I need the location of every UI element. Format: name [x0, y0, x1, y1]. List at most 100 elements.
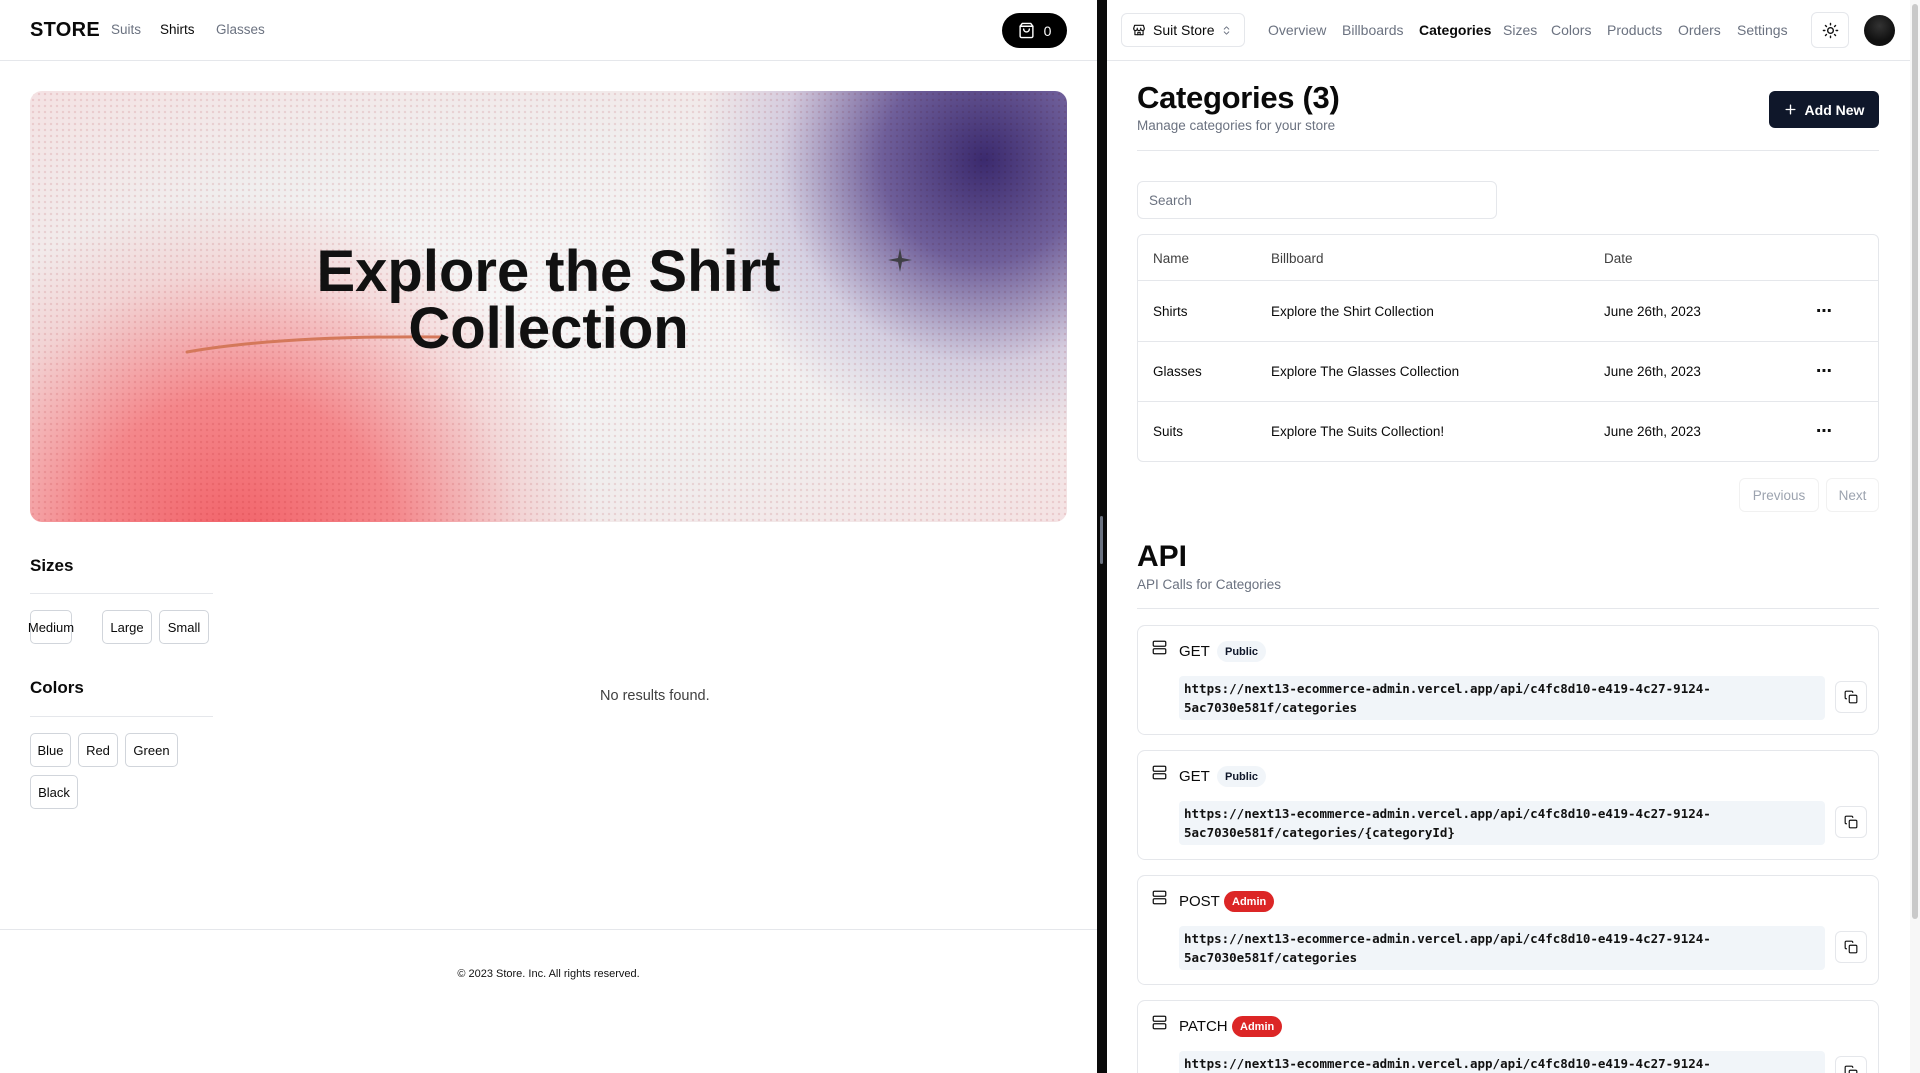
split-view-divider[interactable]: [1097, 0, 1107, 1073]
access-badge: Admin: [1224, 891, 1275, 912]
server-icon: [1152, 1015, 1167, 1030]
colors-heading: Colors: [30, 678, 84, 697]
store-footer: © 2023 Store. Inc. All rights reserved.: [0, 929, 1097, 1073]
store-switcher-label: Suit Store: [1153, 22, 1215, 38]
api-section-description: API Calls for Categories: [1137, 577, 1282, 592]
cell-billboard: Explore The Glasses Collection: [1271, 364, 1460, 379]
table-row: Shirts Explore the Shirt Collection June…: [1138, 282, 1878, 342]
color-chip-red[interactable]: Red: [78, 733, 118, 767]
next-page-button[interactable]: Next: [1826, 478, 1879, 512]
categories-table: Name Billboard Date Shirts Explore the S…: [1137, 234, 1879, 462]
cell-date: June 26th, 2023: [1604, 304, 1701, 319]
api-call-card: PATCH Admin https://next13-ecommerce-adm…: [1137, 1000, 1879, 1073]
api-url: https://next13-ecommerce-admin.vercel.ap…: [1179, 676, 1825, 720]
billboard-title: Explore the Shirt Collection: [316, 239, 781, 361]
api-call-card: POST Admin https://next13-ecommerce-admi…: [1137, 875, 1879, 985]
row-actions-button[interactable]: ⋯: [1816, 361, 1832, 381]
separator: [1137, 150, 1879, 151]
store-logo[interactable]: STORE: [30, 19, 100, 42]
api-url: https://next13-ecommerce-admin.vercel.ap…: [1179, 801, 1825, 845]
theme-toggle-button[interactable]: [1811, 12, 1849, 48]
cell-name: Shirts: [1153, 304, 1188, 319]
user-avatar[interactable]: [1864, 15, 1895, 46]
api-url: https://next13-ecommerce-admin.vercel.ap…: [1179, 1051, 1825, 1073]
copy-button[interactable]: [1835, 681, 1867, 713]
admin-window: Suit Store Overview Billboards Categorie…: [1107, 0, 1920, 1073]
storefront-window: STORE Suits Shirts Glasses 0 Explore the…: [0, 0, 1097, 1073]
api-call-card: GET Public https://next13-ecommerce-admi…: [1137, 750, 1879, 860]
column-header-date[interactable]: Date: [1604, 251, 1633, 266]
separator: [1137, 608, 1879, 609]
divider: [30, 716, 213, 717]
cell-billboard: Explore The Suits Collection!: [1271, 424, 1445, 439]
cart-count: 0: [1043, 22, 1052, 39]
plus-icon: [1785, 104, 1796, 115]
cell-name: Suits: [1153, 424, 1184, 439]
store-switcher[interactable]: Suit Store: [1121, 13, 1245, 47]
cell-billboard: Explore the Shirt Collection: [1271, 304, 1434, 319]
copy-icon: [1844, 690, 1858, 704]
table-row: Glasses Explore The Glasses Collection J…: [1138, 342, 1878, 402]
admin-nav-billboards[interactable]: Billboards: [1342, 22, 1403, 38]
store-icon: [1133, 24, 1145, 36]
color-chip-blue[interactable]: Blue: [30, 733, 71, 767]
copy-button[interactable]: [1835, 1056, 1867, 1073]
cell-date: June 26th, 2023: [1604, 364, 1701, 379]
previous-page-button[interactable]: Previous: [1739, 478, 1819, 512]
access-badge: Public: [1217, 766, 1267, 787]
copy-icon: [1844, 815, 1858, 829]
access-badge: Admin: [1232, 1016, 1283, 1037]
server-icon: [1152, 640, 1167, 655]
billboard-banner: Explore the Shirt Collection: [30, 91, 1067, 522]
add-new-label: Add New: [1804, 101, 1865, 118]
divider: [30, 593, 213, 594]
column-header-billboard[interactable]: Billboard: [1271, 251, 1324, 266]
cell-date: June 26th, 2023: [1604, 424, 1701, 439]
admin-nav-categories[interactable]: Categories: [1419, 22, 1491, 38]
color-chip-black[interactable]: Black: [30, 775, 78, 809]
row-actions-button[interactable]: ⋯: [1816, 421, 1832, 441]
table-row: Suits Explore The Suits Collection! June…: [1138, 402, 1878, 462]
admin-navbar: Suit Store Overview Billboards Categorie…: [1107, 0, 1910, 61]
size-chip-small[interactable]: Small: [159, 610, 209, 644]
server-icon: [1152, 765, 1167, 780]
nav-link-glasses[interactable]: Glasses: [216, 22, 265, 37]
api-method: GET: [1179, 643, 1210, 660]
vertical-scrollbar[interactable]: [1910, 0, 1920, 1073]
size-chip-medium[interactable]: Medium: [28, 610, 74, 644]
nav-link-shirts[interactable]: Shirts: [160, 22, 195, 37]
nav-link-suits[interactable]: Suits: [111, 22, 141, 37]
page-title: Categories (3): [1137, 80, 1340, 115]
size-chip-large[interactable]: Large: [102, 610, 152, 644]
admin-nav-products[interactable]: Products: [1607, 22, 1662, 38]
sizes-heading: Sizes: [30, 556, 74, 575]
add-new-button[interactable]: Add New: [1769, 91, 1879, 128]
search-input[interactable]: [1137, 181, 1497, 219]
api-method: PATCH: [1179, 1018, 1228, 1035]
copy-button[interactable]: [1835, 931, 1867, 963]
scrollbar-thumb[interactable]: [1912, 4, 1918, 919]
api-call-card: GET Public https://next13-ecommerce-admi…: [1137, 625, 1879, 735]
api-method: GET: [1179, 768, 1210, 785]
row-actions-button[interactable]: ⋯: [1816, 301, 1832, 321]
api-url: https://next13-ecommerce-admin.vercel.ap…: [1179, 926, 1825, 970]
copyright-text: © 2023 Store. Inc. All rights reserved.: [457, 968, 640, 980]
access-badge: Public: [1217, 641, 1267, 662]
admin-nav-orders[interactable]: Orders: [1678, 22, 1721, 38]
admin-nav-sizes[interactable]: Sizes: [1503, 22, 1537, 38]
copy-icon: [1844, 940, 1858, 954]
copy-button[interactable]: [1835, 806, 1867, 838]
admin-nav-colors[interactable]: Colors: [1551, 22, 1591, 38]
cart-button[interactable]: 0: [1002, 13, 1067, 48]
sun-icon: [1822, 22, 1838, 38]
chevrons-up-down-icon: [1224, 25, 1230, 35]
column-header-name[interactable]: Name: [1153, 251, 1189, 266]
no-results-message: No results found.: [600, 688, 710, 704]
resize-handle[interactable]: [1100, 516, 1103, 564]
color-chip-green[interactable]: Green: [125, 733, 178, 767]
copy-icon: [1844, 1065, 1858, 1073]
table-header: Name Billboard Date: [1138, 235, 1878, 281]
admin-nav-overview[interactable]: Overview: [1268, 22, 1326, 38]
admin-nav-settings[interactable]: Settings: [1737, 22, 1788, 38]
api-method: POST: [1179, 893, 1220, 910]
